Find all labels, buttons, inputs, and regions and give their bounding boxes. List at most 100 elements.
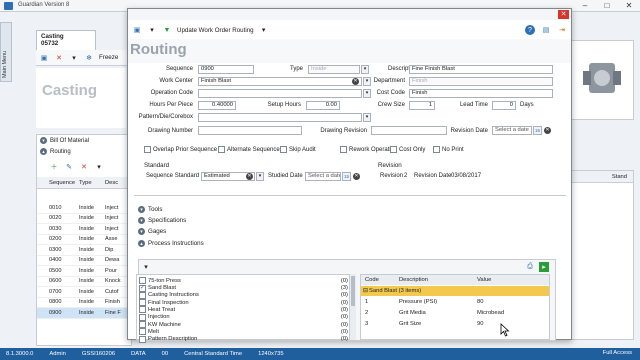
table-row[interactable]: 0700 Inside Cutof: [37, 287, 131, 298]
table-row[interactable]: 0600 Inside Knock: [37, 277, 131, 287]
table-row[interactable]: 0200 Inside Asse: [37, 235, 131, 245]
delete-icon[interactable]: ✕: [79, 162, 89, 172]
table-row[interactable]: 2 Grit Media Microbead: [361, 308, 549, 318]
drawing-number-field[interactable]: [198, 126, 302, 135]
column-header[interactable]: Code: [361, 277, 399, 283]
checkbox-icon[interactable]: [280, 146, 287, 153]
list-scrollbar[interactable]: [350, 274, 356, 340]
column-header[interactable]: Sequence: [37, 180, 79, 186]
department-field[interactable]: Finish: [409, 77, 553, 86]
save-icon[interactable]: ▣: [132, 25, 142, 35]
table-row[interactable]: 0030 Inside Inject: [37, 224, 131, 235]
calendar-icon[interactable]: 15: [533, 126, 542, 135]
drawing-revision-field[interactable]: [371, 126, 447, 135]
checkbox-icon[interactable]: [433, 146, 440, 153]
collapse-icon[interactable]: ⊟: [361, 288, 369, 294]
work-center-field[interactable]: Finish Blast: [198, 77, 362, 86]
chevron-down-icon[interactable]: ▾: [259, 25, 269, 35]
update-work-order-routing-button[interactable]: Update Work Order Routing: [177, 27, 254, 34]
table-row[interactable]: 0500 Inside Pour: [37, 266, 131, 277]
checkbox-icon[interactable]: [340, 146, 347, 153]
checkbox-icon[interactable]: [139, 328, 146, 336]
table-row[interactable]: 0900 Inside Fine F: [37, 308, 131, 319]
option-checkbox[interactable]: Cost Only: [390, 146, 425, 153]
calendar-icon[interactable]: 15: [342, 172, 351, 181]
checkbox-icon[interactable]: [139, 313, 146, 321]
section-bill-of-material[interactable]: ▾ Bill Of Material: [37, 135, 131, 146]
checkbox-icon[interactable]: [390, 146, 397, 153]
checkbox-icon[interactable]: [144, 146, 151, 153]
type-dropdown[interactable]: ▾: [361, 65, 369, 74]
clear-icon[interactable]: ✕: [544, 127, 551, 134]
checkbox-icon[interactable]: [218, 146, 225, 153]
cost-code-field[interactable]: Finish: [409, 89, 553, 98]
table-row[interactable]: 0400 Inside Dewa: [37, 256, 131, 266]
freeze-button[interactable]: Freeze: [99, 54, 118, 61]
close-icon[interactable]: ✕: [618, 0, 640, 12]
attachment-icon[interactable]: ▤: [541, 25, 551, 35]
operation-code-dropdown[interactable]: ▾: [363, 89, 371, 98]
section-process-instructions[interactable]: ▴ Process Instructions: [138, 240, 204, 247]
option-checkbox[interactable]: Skip Audit: [280, 146, 316, 153]
checkbox-icon[interactable]: [139, 291, 146, 299]
description-field[interactable]: Fine Finish Blast: [409, 65, 553, 74]
table-row[interactable]: 0800 Inside Finish: [37, 298, 131, 308]
table-row[interactable]: 0010 Inside Inject: [37, 203, 131, 214]
option-checkbox[interactable]: Alternate Sequence: [218, 146, 280, 153]
column-header[interactable]: Type: [79, 180, 105, 186]
section-routing[interactable]: ▴ Routing: [37, 146, 131, 157]
pattern-dropdown[interactable]: ▾: [363, 113, 371, 122]
table-row[interactable]: 1 Pressure (PSI) 80: [361, 297, 549, 307]
chevron-down-icon[interactable]: ▾: [147, 25, 157, 35]
main-menu-tab[interactable]: Main Menu: [0, 22, 12, 82]
setup-hours-field[interactable]: 0.00: [306, 101, 340, 110]
add-icon[interactable]: ＋: [49, 162, 59, 172]
lead-time-field[interactable]: 0: [492, 101, 516, 110]
section-gages[interactable]: ▾ Gages: [138, 228, 166, 235]
checkbox-icon[interactable]: [139, 299, 146, 307]
option-checkbox[interactable]: Rework Operation: [340, 146, 397, 153]
exit-icon[interactable]: ⇥: [557, 25, 567, 35]
minimize-icon[interactable]: –: [574, 0, 596, 12]
hours-per-piece-field[interactable]: 0.40000: [198, 101, 236, 110]
clear-icon[interactable]: ✕: [353, 173, 360, 180]
sequence-standard-dropdown[interactable]: ▾: [256, 172, 264, 181]
detail-group-row[interactable]: ⊟ Sand Blast (3 items): [361, 286, 549, 296]
checkbox-icon[interactable]: [139, 321, 146, 329]
section-specifications[interactable]: ▾ Specifications: [138, 217, 186, 224]
tab-casting[interactable]: Casting 05732: [36, 30, 96, 50]
table-row[interactable]: 3 Grit Size 90: [361, 319, 549, 329]
chevron-down-icon[interactable]: ▾: [69, 53, 79, 63]
work-center-dropdown[interactable]: ▾: [363, 77, 371, 86]
checkbox-icon[interactable]: [139, 306, 146, 314]
export-icon[interactable]: ▸: [539, 262, 549, 272]
save-icon[interactable]: ▣: [39, 53, 49, 63]
column-header[interactable]: Description: [399, 277, 477, 283]
type-field[interactable]: Inside: [308, 65, 360, 74]
table-row[interactable]: 0020 Inside Inject: [37, 214, 131, 224]
chevron-down-icon[interactable]: ▾: [94, 162, 104, 172]
checkbox-icon[interactable]: [139, 277, 146, 285]
clear-icon[interactable]: ✕: [352, 78, 359, 85]
maximize-icon[interactable]: □: [596, 0, 618, 12]
checkbox-icon[interactable]: [139, 335, 146, 343]
checkbox-icon[interactable]: ✓: [139, 284, 146, 292]
list-item[interactable]: Pattern Description (0): [139, 335, 349, 343]
pattern-field[interactable]: [198, 113, 362, 122]
close-icon[interactable]: ✕: [558, 10, 569, 19]
section-tools[interactable]: ▾ Tools: [138, 206, 162, 213]
option-checkbox[interactable]: Overlap Prior Sequence: [144, 146, 217, 153]
delete-icon[interactable]: ✕: [54, 53, 64, 63]
clear-icon[interactable]: ✕: [246, 173, 253, 180]
dropdown-arrow-icon[interactable]: ▾: [141, 262, 151, 272]
print-icon[interactable]: ⎙: [525, 262, 535, 272]
table-row[interactable]: 0300 Inside Dip: [37, 245, 131, 256]
edit-icon[interactable]: ✎: [64, 162, 74, 172]
crew-size-field[interactable]: 1: [409, 101, 435, 110]
sequence-field[interactable]: 0900: [198, 65, 254, 74]
column-header[interactable]: Value: [477, 277, 547, 283]
help-icon[interactable]: ?: [525, 25, 535, 35]
studied-date-field[interactable]: Select a date: [305, 172, 341, 181]
operation-code-field[interactable]: [198, 89, 362, 98]
option-checkbox[interactable]: No Print: [433, 146, 464, 153]
